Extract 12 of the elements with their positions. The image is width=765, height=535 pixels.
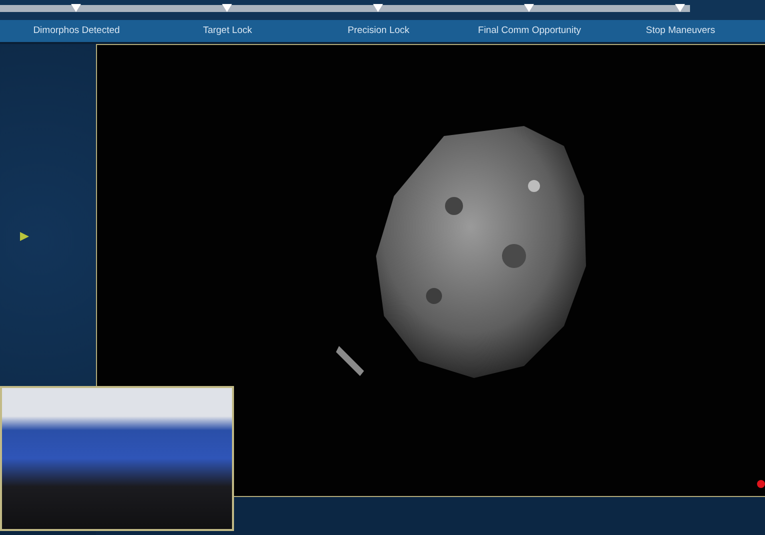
milestone-label: Dimorphos Detected [32,24,121,38]
milestone-marker-icon [222,4,232,12]
milestone-label: Stop Maneuvers [644,24,716,38]
record-dot-icon [757,480,765,488]
milestone-marker-icon [524,4,534,12]
milestone-marker-icon [373,4,383,12]
milestone-label: Final Comm Opportunity [477,24,582,38]
milestone-marker-icon [675,4,685,12]
milestone-label: Target Lock [202,24,254,38]
play-arrow-icon [20,232,29,241]
milestone-marker-icon [71,4,81,12]
milestone-label: Precision Lock [346,24,410,38]
